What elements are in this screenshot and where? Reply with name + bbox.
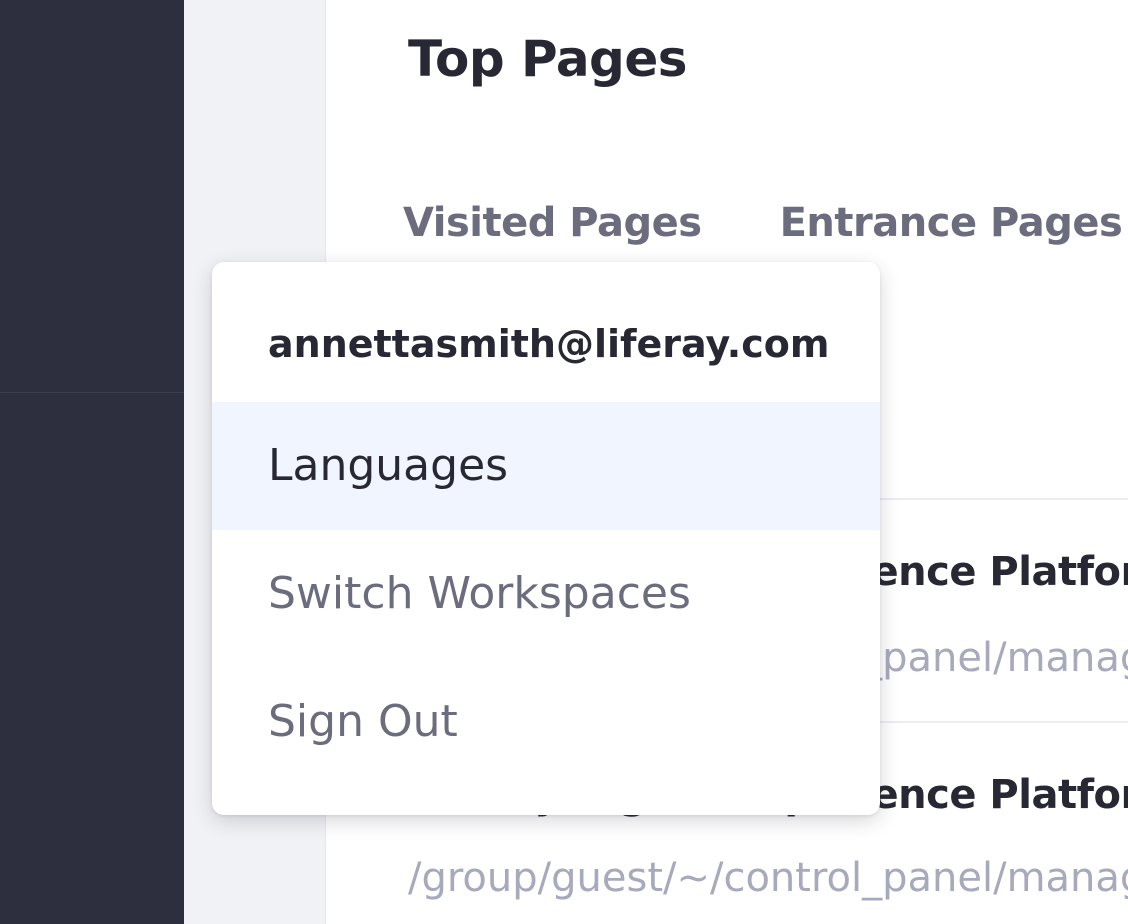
menu-item-sign-out[interactable]: Sign Out [212, 658, 880, 786]
sidebar [0, 0, 184, 924]
tab-bar: Visited Pages Entrance Pages [403, 200, 1123, 246]
sidebar-divider [0, 392, 184, 393]
menu-item-languages[interactable]: Languages [212, 402, 880, 530]
tab-entrance-pages[interactable]: Entrance Pages [780, 200, 1123, 246]
tab-visited-pages[interactable]: Visited Pages [403, 200, 702, 246]
page-title: Top Pages [408, 30, 688, 88]
user-menu-dropdown: annettasmith@liferay.com Languages Switc… [212, 262, 880, 815]
user-email: annettasmith@liferay.com [268, 322, 830, 366]
menu-item-switch-workspaces[interactable]: Switch Workspaces [212, 530, 880, 658]
row-url: /group/guest/~/control_panel/manage [408, 855, 1128, 901]
